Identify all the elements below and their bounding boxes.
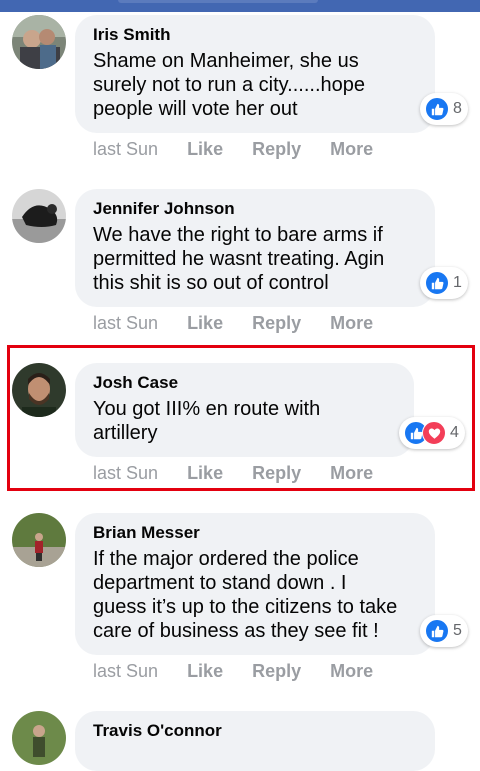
reply-button[interactable]: Reply: [252, 313, 301, 333]
active-tab-indicator: [118, 0, 318, 3]
comment-actions: last Sun Like Reply More: [93, 660, 397, 682]
comment-timestamp[interactable]: last Sun: [93, 661, 158, 681]
comment-timestamp[interactable]: last Sun: [93, 463, 158, 483]
like-icon: [425, 271, 449, 295]
reply-button[interactable]: Reply: [252, 661, 301, 681]
comment-bubble: Jennifer Johnson We have the right to ba…: [75, 189, 435, 307]
avatar[interactable]: [12, 711, 66, 765]
like-button[interactable]: Like: [187, 313, 223, 333]
comment-text-line: this shit is so out of control: [93, 272, 329, 294]
comment-bubble: Iris Smith Shame on Manheimer, she us su…: [75, 15, 435, 133]
reply-button[interactable]: Reply: [252, 463, 301, 483]
avatar[interactable]: [12, 513, 66, 567]
like-button[interactable]: Like: [187, 661, 223, 681]
comment-text-line: people will vote her out: [93, 98, 298, 120]
more-button[interactable]: More: [330, 139, 373, 159]
top-navigation-bar: [0, 0, 480, 12]
like-button[interactable]: Like: [187, 139, 223, 159]
comment-text-line: surely not to run a city......hope: [93, 74, 365, 96]
comment-author[interactable]: Iris Smith: [93, 24, 419, 46]
comment-text-line: guess it’s up to the citizens to take: [93, 596, 398, 618]
comment-actions: last Sun Like Reply More: [93, 138, 397, 160]
reaction-summary[interactable]: 8: [420, 93, 468, 125]
comment-actions: last Sun Like Reply More: [93, 312, 397, 334]
more-button[interactable]: More: [330, 313, 373, 333]
avatar[interactable]: [12, 15, 66, 69]
avatar[interactable]: [12, 189, 66, 243]
comment-text-line: Shame on Manheimer, she us: [93, 50, 359, 72]
comment-text-line: permitted he wasnt treating. Agin: [93, 248, 385, 270]
reaction-count: 8: [453, 100, 462, 117]
comment-author[interactable]: Brian Messer: [93, 522, 419, 544]
comment-author[interactable]: Josh Case: [93, 372, 398, 394]
like-icon: [425, 97, 449, 121]
like-icon: [425, 619, 449, 643]
reaction-count: 5: [453, 622, 462, 639]
comment-bubble: Josh Case You got III% en route with art…: [75, 363, 414, 457]
comment-timestamp[interactable]: last Sun: [93, 139, 158, 159]
reaction-summary[interactable]: 4: [399, 417, 465, 449]
comment-text-line: We have the right to bare arms if: [93, 224, 383, 246]
reaction-count: 4: [450, 424, 459, 441]
comment-author[interactable]: Jennifer Johnson: [93, 198, 419, 220]
comment-actions: last Sun Like Reply More: [93, 462, 397, 484]
comment-text-line: department to stand down . I: [93, 572, 347, 594]
comment-text-line: care of business as they see fit !: [93, 620, 379, 642]
avatar[interactable]: [12, 363, 66, 417]
more-button[interactable]: More: [330, 661, 373, 681]
reply-button[interactable]: Reply: [252, 139, 301, 159]
like-button[interactable]: Like: [187, 463, 223, 483]
comment-text-line: You got III% en route with: [93, 398, 321, 420]
comment-text-line: If the major ordered the police: [93, 548, 359, 570]
reaction-summary[interactable]: 5: [420, 615, 468, 647]
comment-bubble: Brian Messer If the major ordered the po…: [75, 513, 435, 655]
reaction-summary[interactable]: 1: [420, 267, 468, 299]
comment-timestamp[interactable]: last Sun: [93, 313, 158, 333]
comment-bubble: Travis O'connor: [75, 711, 435, 771]
comment-text-line: artillery: [93, 422, 158, 444]
reaction-count: 1: [453, 274, 462, 291]
comment-author[interactable]: Travis O'connor: [93, 720, 419, 742]
love-icon: [422, 421, 446, 445]
more-button[interactable]: More: [330, 463, 373, 483]
